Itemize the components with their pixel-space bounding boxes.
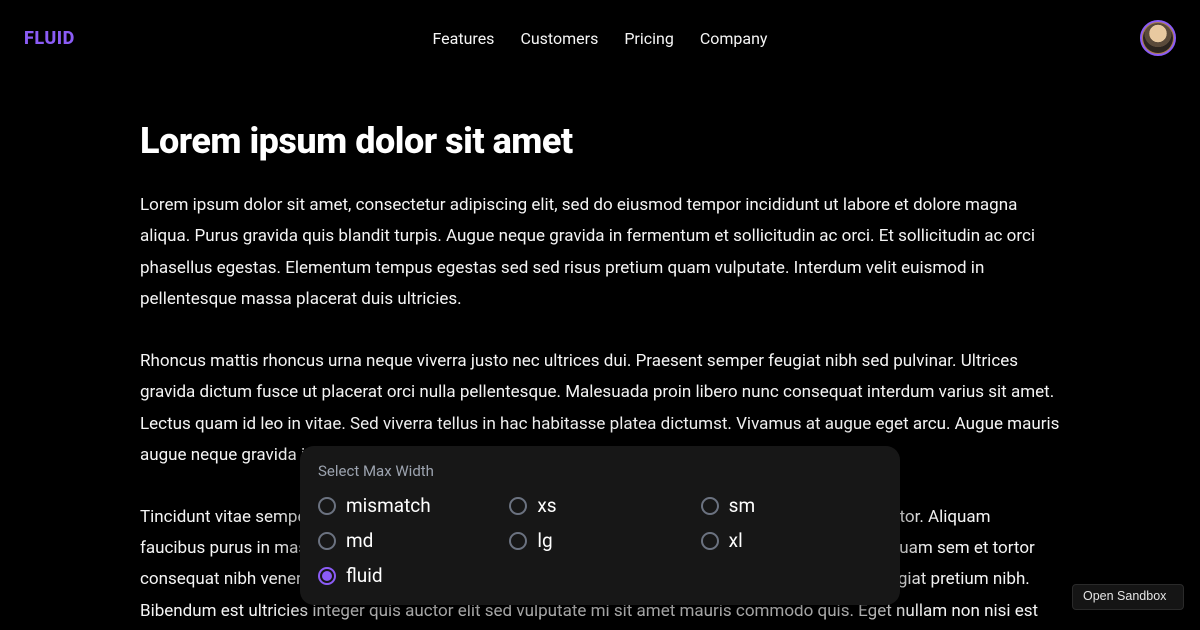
nav-link-company[interactable]: Company [700, 29, 768, 48]
page-title: Lorem ipsum dolor sit amet [140, 120, 1060, 162]
radio-label: sm [729, 494, 755, 517]
radio-icon [318, 532, 336, 550]
radio-option-xs[interactable]: xs [509, 494, 690, 517]
radio-label: lg [537, 529, 552, 552]
radio-icon [318, 567, 336, 585]
radio-icon [318, 497, 336, 515]
radio-option-lg[interactable]: lg [509, 529, 690, 552]
radio-label: mismatch [346, 494, 431, 517]
avatar-image [1143, 23, 1173, 53]
radio-label: md [346, 529, 373, 552]
header: FLUID Features Customers Pricing Company [0, 0, 1200, 76]
radio-group: mismatch xs sm md lg xl fluid [318, 494, 882, 587]
panel-title: Select Max Width [318, 462, 882, 480]
nav-link-features[interactable]: Features [433, 29, 495, 48]
radio-icon [701, 497, 719, 515]
radio-icon [509, 532, 527, 550]
nav-link-pricing[interactable]: Pricing [624, 29, 674, 48]
radio-label: xl [729, 529, 743, 552]
radio-icon [509, 497, 527, 515]
radio-label: fluid [346, 564, 383, 587]
radio-option-xl[interactable]: xl [701, 529, 882, 552]
radio-label: xs [537, 494, 556, 517]
radio-option-fluid[interactable]: fluid [318, 564, 499, 587]
radio-option-mismatch[interactable]: mismatch [318, 494, 499, 517]
radio-option-sm[interactable]: sm [701, 494, 882, 517]
nav-link-customers[interactable]: Customers [520, 29, 598, 48]
logo[interactable]: FLUID [24, 28, 75, 49]
open-sandbox-button[interactable]: Open Sandbox [1072, 584, 1184, 610]
radio-icon [701, 532, 719, 550]
paragraph: Lorem ipsum dolor sit amet, consectetur … [140, 190, 1060, 316]
nav-links: Features Customers Pricing Company [433, 29, 768, 48]
max-width-panel: Select Max Width mismatch xs sm md lg xl [300, 446, 900, 605]
radio-option-md[interactable]: md [318, 529, 499, 552]
avatar[interactable] [1140, 20, 1176, 56]
